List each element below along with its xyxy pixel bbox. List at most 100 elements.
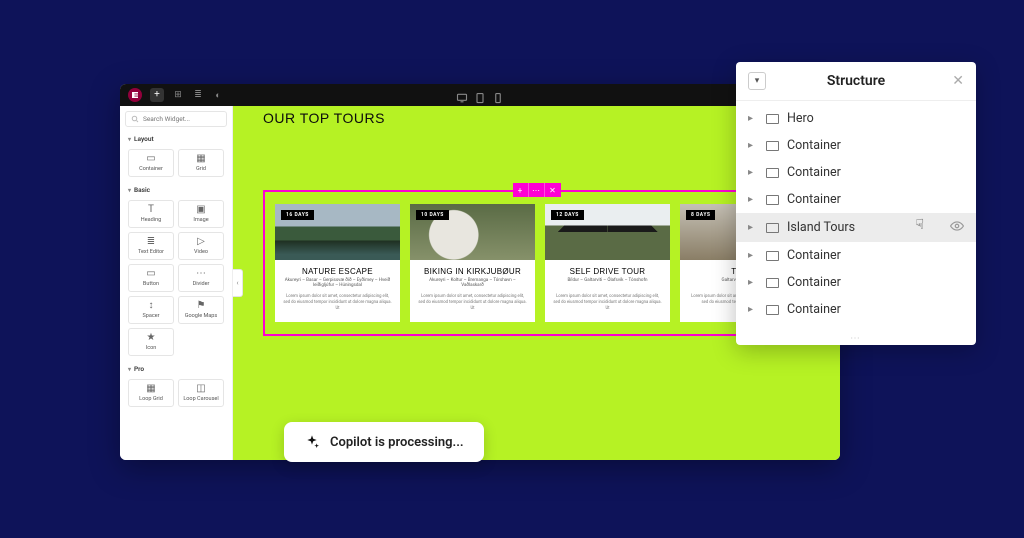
card-description: Lorem ipsum dolor sit amet, consectetur … bbox=[283, 294, 392, 312]
copilot-status-pill: Copilot is processing... bbox=[284, 422, 484, 462]
card-title: NATURE ESCAPE bbox=[283, 267, 392, 276]
duration-badge: 12 DAYS bbox=[551, 210, 584, 220]
widget-button[interactable]: ▭Button bbox=[128, 264, 174, 292]
copilot-status-text: Copilot is processing... bbox=[330, 435, 464, 450]
structure-close-button[interactable]: ✕ bbox=[952, 74, 964, 88]
text-editor-icon: ≣ bbox=[147, 237, 155, 247]
google-maps-icon: ⚑ bbox=[197, 301, 206, 311]
device-desktop-icon[interactable] bbox=[456, 89, 468, 101]
loop-carousel-icon: ◫ bbox=[196, 384, 205, 394]
element-box-icon bbox=[766, 141, 779, 151]
widget-image[interactable]: ▣Image bbox=[178, 200, 224, 228]
video-icon: ▷ bbox=[197, 237, 205, 247]
structure-item-container[interactable]: ▸Container bbox=[736, 242, 976, 269]
heading-icon: T bbox=[148, 205, 154, 215]
card-title: SELF DRIVE TOUR bbox=[553, 267, 662, 276]
caret-icon: ▸ bbox=[748, 277, 758, 288]
caret-icon: ▸ bbox=[748, 167, 758, 178]
structure-title: Structure bbox=[827, 73, 885, 89]
widget-divider[interactable]: ⋯Divider bbox=[178, 264, 224, 292]
element-box-icon bbox=[766, 114, 779, 124]
device-mobile-icon[interactable] bbox=[492, 89, 504, 101]
structure-panel: ▾ Structure ✕ ▸Hero ▸Container ▸Containe… bbox=[736, 62, 976, 345]
widget-video[interactable]: ▷Video bbox=[178, 232, 224, 260]
caret-icon: ▸ bbox=[748, 304, 758, 315]
element-box-icon bbox=[766, 195, 779, 205]
add-element-button[interactable]: + bbox=[150, 88, 164, 102]
widget-icon[interactable]: ★Icon bbox=[128, 328, 174, 356]
duration-badge: 16 DAYS bbox=[281, 210, 314, 220]
section-add-button[interactable]: + bbox=[513, 183, 529, 197]
widget-google-maps[interactable]: ⚑Google Maps bbox=[178, 296, 224, 324]
spacer-icon: ↕ bbox=[149, 301, 154, 311]
tour-card[interactable]: 12 DAYS SELF DRIVE TOUR Bíldur – Galtarv… bbox=[545, 204, 670, 322]
widget-text-editor[interactable]: ≣Text Editor bbox=[128, 232, 174, 260]
widget-section-layout[interactable]: Layout bbox=[120, 132, 232, 146]
widget-loop-carousel[interactable]: ◫Loop Carousel bbox=[178, 379, 224, 407]
element-box-icon bbox=[766, 223, 779, 233]
duration-badge: 10 DAYS bbox=[416, 210, 449, 220]
card-description: Lorem ipsum dolor sit amet, consectetur … bbox=[418, 294, 527, 312]
island-tours-section[interactable]: + ⋯ ✕ 16 DAYS NATURE ESCAPE Akureyri – B… bbox=[263, 190, 810, 336]
hero-section[interactable]: OUR TOP TOURS bbox=[263, 106, 810, 134]
tour-card[interactable]: 10 DAYS BIKING IN KIRKJUBØUR Akureyri – … bbox=[410, 204, 535, 322]
elementor-editor-window: + ⊞ ≣ ◐ ⌕ ◎ ● Layout ▭Container ▦Grid bbox=[120, 84, 840, 460]
structure-item-container[interactable]: ▸Container bbox=[736, 186, 976, 213]
element-box-icon bbox=[766, 278, 779, 288]
widget-container[interactable]: ▭Container bbox=[128, 149, 174, 177]
hero-title: OUR TOP TOURS bbox=[263, 110, 433, 126]
card-title: BIKING IN KIRKJUBØUR bbox=[418, 267, 527, 276]
caret-icon: ▸ bbox=[748, 222, 758, 233]
panel-collapse-handle[interactable]: ‹ bbox=[233, 269, 243, 297]
structure-item-container[interactable]: ▸Container bbox=[736, 296, 976, 323]
section-close-button[interactable]: ✕ bbox=[545, 183, 561, 197]
caret-icon: ▸ bbox=[748, 113, 758, 124]
widget-section-pro[interactable]: Pro bbox=[120, 362, 232, 376]
card-subtitle: Akureyri – Koltur – Bremanga – Tórshavn … bbox=[418, 278, 527, 288]
structure-item-island-tours[interactable]: ▸Island Tours ☟ bbox=[736, 213, 976, 242]
caret-icon: ▸ bbox=[748, 140, 758, 151]
elementor-logo-icon[interactable] bbox=[128, 88, 142, 102]
search-widget-field[interactable] bbox=[143, 115, 221, 123]
structure-header: ▾ Structure ✕ bbox=[736, 62, 976, 101]
editor-topbar: + ⊞ ≣ ◐ ⌕ ◎ ● bbox=[120, 84, 840, 106]
duration-badge: 8 DAYS bbox=[686, 210, 715, 220]
structure-item-container[interactable]: ▸Container bbox=[736, 159, 976, 186]
sparkle-icon bbox=[304, 434, 320, 450]
container-icon: ▭ bbox=[146, 154, 155, 164]
widget-section-basic[interactable]: Basic bbox=[120, 183, 232, 197]
device-tablet-icon[interactable] bbox=[474, 89, 486, 101]
section-edit-actions: + ⋯ ✕ bbox=[513, 183, 561, 197]
element-box-icon bbox=[766, 305, 779, 315]
tour-card[interactable]: 16 DAYS NATURE ESCAPE Akureyri – Basar –… bbox=[275, 204, 400, 322]
divider-icon: ⋯ bbox=[196, 269, 206, 279]
structure-icon[interactable]: ≣ bbox=[192, 89, 204, 101]
structure-item-hero[interactable]: ▸Hero bbox=[736, 105, 976, 132]
structure-item-container[interactable]: ▸Container bbox=[736, 132, 976, 159]
structure-item-container[interactable]: ▸Container bbox=[736, 269, 976, 296]
widget-grid[interactable]: ▦Grid bbox=[178, 149, 224, 177]
card-subtitle: Bíldur – Galtarviti – Ólafsvík – Tónshof… bbox=[553, 278, 662, 288]
widget-heading[interactable]: THeading bbox=[128, 200, 174, 228]
element-box-icon bbox=[766, 168, 779, 178]
structure-tree: ▸Hero ▸Container ▸Container ▸Container ▸… bbox=[736, 101, 976, 331]
button-icon: ▭ bbox=[146, 269, 155, 279]
widget-loop-grid[interactable]: ▦Loop Grid bbox=[128, 379, 174, 407]
search-widget-input[interactable] bbox=[125, 111, 227, 127]
grid-icon: ▦ bbox=[196, 154, 205, 164]
history-icon[interactable]: ◐ bbox=[212, 89, 224, 101]
section-edit-button[interactable]: ⋯ bbox=[529, 183, 545, 197]
caret-icon: ▸ bbox=[748, 194, 758, 205]
star-icon: ★ bbox=[147, 333, 156, 343]
structure-resize-handle[interactable]: ⋯ bbox=[736, 331, 976, 345]
element-box-icon bbox=[766, 251, 779, 261]
card-description: Lorem ipsum dolor sit amet, consectetur … bbox=[553, 294, 662, 312]
structure-toggle-icon[interactable]: ▾ bbox=[748, 72, 766, 90]
cursor-pointer-icon: ☟ bbox=[915, 217, 924, 233]
loop-grid-icon: ▦ bbox=[146, 384, 155, 394]
site-settings-icon[interactable]: ⊞ bbox=[172, 89, 184, 101]
visibility-icon[interactable] bbox=[950, 219, 964, 236]
caret-icon: ▸ bbox=[748, 250, 758, 261]
widget-spacer[interactable]: ↕Spacer bbox=[128, 296, 174, 324]
image-icon: ▣ bbox=[196, 205, 205, 215]
